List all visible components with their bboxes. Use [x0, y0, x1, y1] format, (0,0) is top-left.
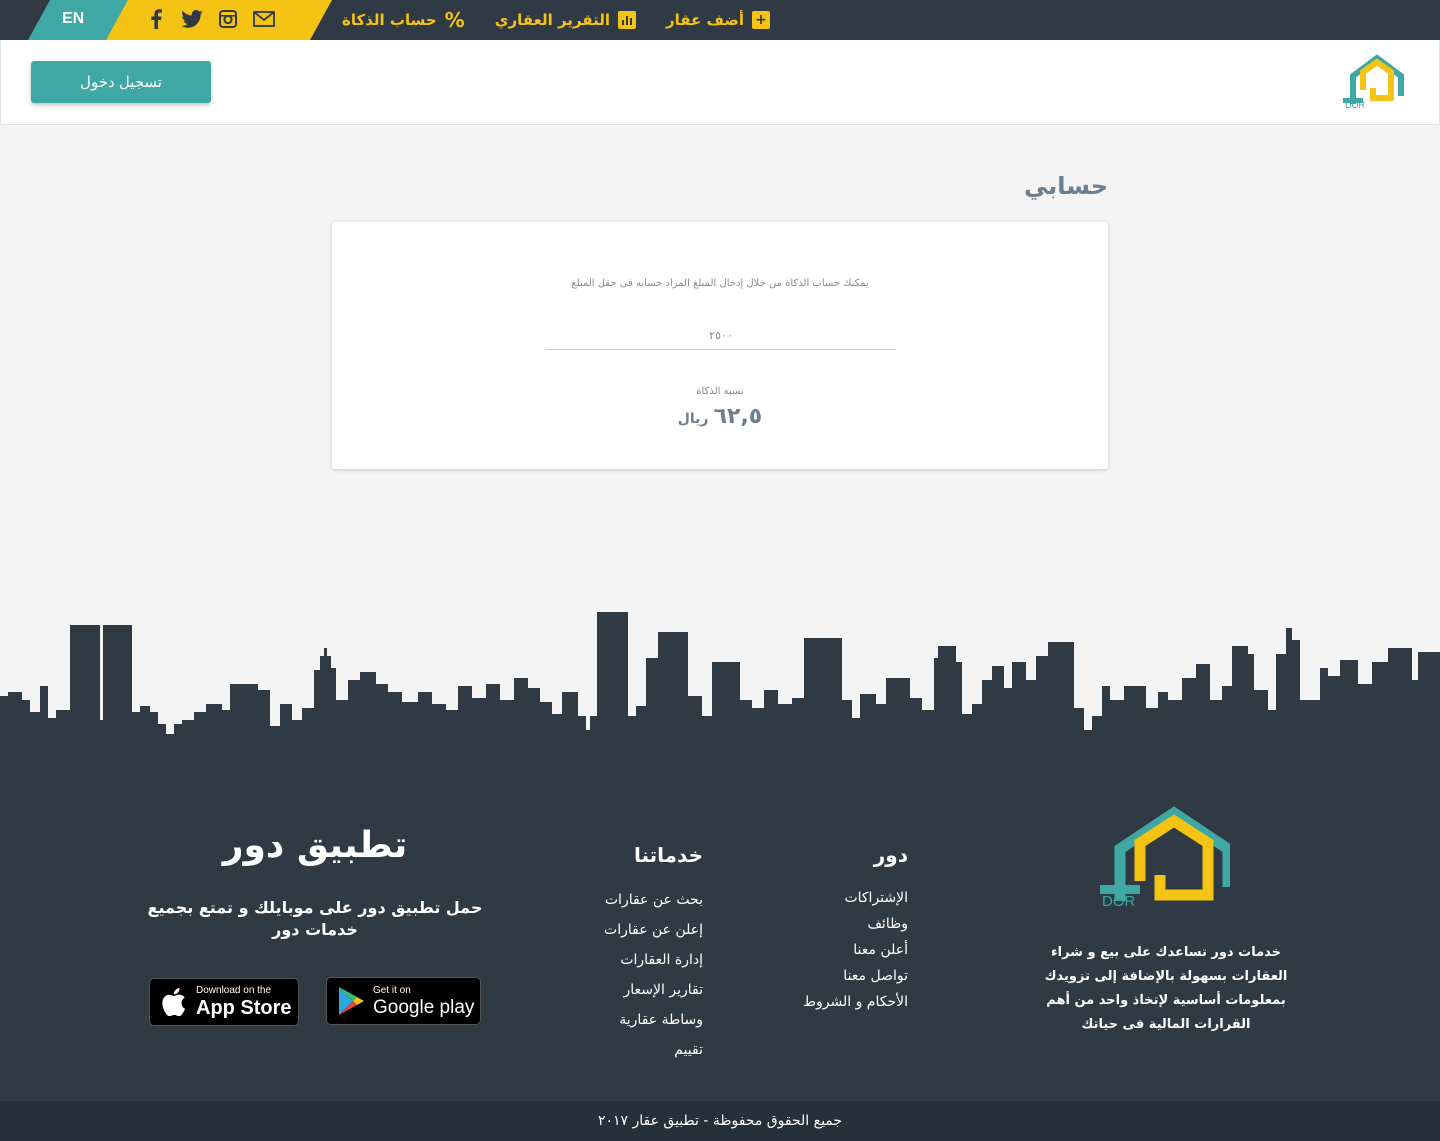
social-links: [145, 8, 275, 30]
report-link-label: التقرير العقاري: [494, 11, 610, 29]
add-property-label: أضف عقار: [665, 11, 745, 29]
amount-input[interactable]: [546, 322, 896, 350]
plus-icon: +: [752, 11, 771, 29]
percent-icon: %: [444, 8, 465, 32]
zakat-result-value: ٦٢,٥: [713, 404, 763, 429]
footer-link-price-reports[interactable]: تقارير الإسعار: [560, 975, 703, 1005]
instagram-icon[interactable]: [217, 8, 239, 30]
footer-link-subscriptions[interactable]: الإشتراكات: [760, 885, 908, 911]
bar-chart-icon: [617, 11, 636, 29]
footer-link-brokerage[interactable]: وساطة عقارية: [560, 1005, 703, 1035]
dor-logo[interactable]: DOR: [1343, 54, 1411, 110]
google-play-icon: [337, 986, 365, 1016]
login-button[interactable]: تسجيل دخول: [31, 61, 211, 103]
app-store-big-text: App Store: [196, 997, 292, 1019]
footer-link-jobs[interactable]: وظائف: [760, 911, 908, 937]
footer-link-management[interactable]: إدارة العقارات: [560, 945, 703, 975]
app-store-button[interactable]: Download on the App Store: [149, 978, 299, 1026]
footer-link-list-property[interactable]: إعلن عن عقارات: [560, 915, 703, 945]
real-estate-report-link[interactable]: التقرير العقاري: [495, 11, 636, 29]
top-links: % حساب الذكاة التقرير العقاري + أضف عقار: [342, 0, 771, 40]
google-play-small-text: Get it on: [373, 984, 411, 996]
logo-text: DOR: [1345, 100, 1366, 110]
google-play-button[interactable]: Get it on Google play: [326, 977, 481, 1025]
apple-icon: [160, 987, 188, 1017]
footer-services-title: خدماتنا: [633, 843, 703, 867]
city-skyline: [0, 612, 1440, 760]
zakat-result-label: نسبة الذكاة: [696, 386, 744, 397]
google-play-big-text: Google play: [373, 996, 475, 1018]
footer-dor-column: دور الإشتراكات وظائف أعلن معنا تواصل معن…: [760, 843, 908, 1015]
facebook-icon[interactable]: [145, 8, 167, 30]
app-title: تطبيق دور: [222, 825, 408, 866]
zakat-result-currency: ريال: [677, 411, 709, 427]
zakat-result: ٦٢,٥ ريال: [332, 404, 1108, 429]
zakat-link-label: حساب الذكاة: [342, 11, 437, 29]
app-store-small-text: Download on the: [196, 985, 272, 996]
footer-logo-text: DOR: [1102, 893, 1136, 909]
twitter-icon[interactable]: [181, 8, 203, 30]
app-description: حمل تطبيق دور على موبايلك و تمتع بجميع خ…: [147, 898, 483, 939]
zakat-hint: يمكنك حساب الذكاة من خلال إدخال المبلغ ا…: [571, 278, 869, 289]
zakat-card: يمكنك حساب الذكاة من خلال إدخال المبلغ ا…: [332, 222, 1108, 469]
footer-link-terms[interactable]: الأحكام و الشروط: [760, 989, 908, 1015]
copyright-bar: جميع الحقوق محفوظة - تطبيق عقار ٢٠١٧: [0, 1101, 1440, 1141]
language-switch[interactable]: EN: [62, 10, 84, 28]
footer-link-valuation[interactable]: تقييم: [560, 1035, 703, 1065]
footer: DOR خدمات دور تساعدك على بيع و شراء العق…: [0, 745, 1440, 1101]
footer-link-search[interactable]: بحث عن عقارات: [560, 885, 703, 915]
add-property-link[interactable]: + أضف عقار: [665, 11, 771, 29]
top-bar: EN % حساب الذكاة التقرير العقاري + أضف ع…: [0, 0, 1440, 40]
footer-services-column: خدماتنا بحث عن عقارات إعلن عن عقارات إدا…: [560, 843, 703, 1065]
footer-dor-logo[interactable]: DOR: [1100, 805, 1234, 910]
page-title: حسابي: [1023, 172, 1108, 200]
footer-link-contact[interactable]: تواصل معنا: [760, 963, 908, 989]
zakat-calculator-link[interactable]: % حساب الذكاة: [342, 8, 465, 32]
mail-icon[interactable]: [253, 8, 275, 30]
footer-about: خدمات دور تساعدك على بيع و شراء العقارات…: [1044, 945, 1288, 1032]
footer-link-advertise[interactable]: أعلن معنا: [760, 937, 908, 963]
header: تسجيل دخول DOR: [0, 40, 1440, 125]
footer-dor-title: دور: [873, 843, 908, 867]
